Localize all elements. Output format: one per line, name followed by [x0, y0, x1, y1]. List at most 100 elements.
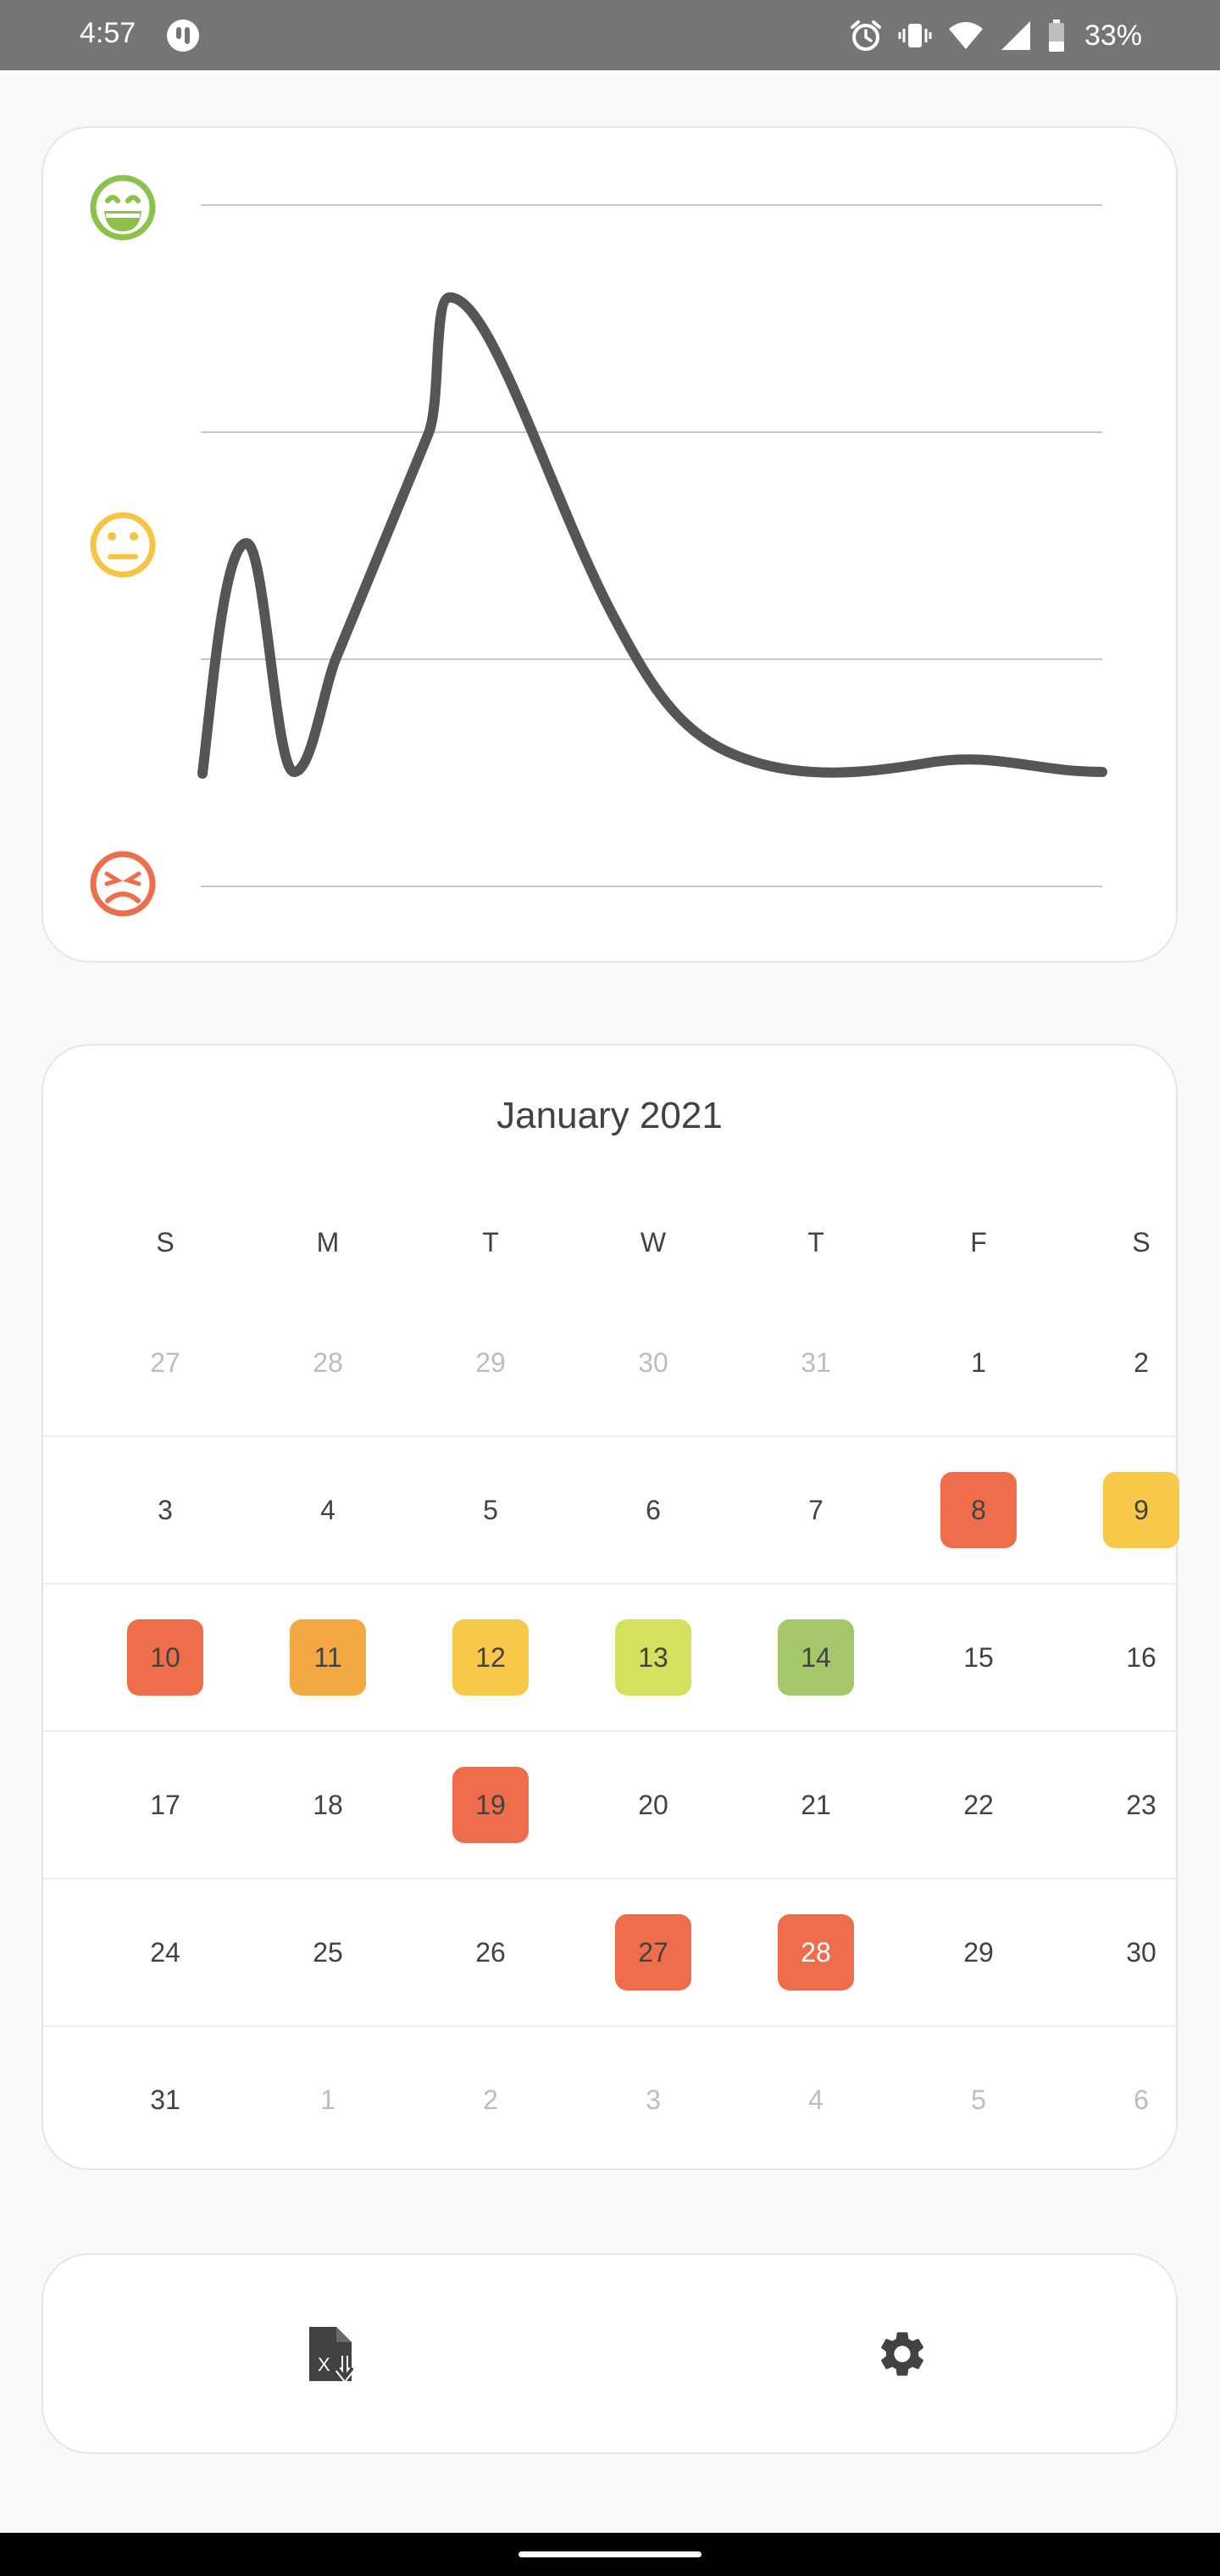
calendar-day-cell[interactable]: 30 — [1060, 1878, 1220, 2025]
export-excel-button[interactable]: X — [297, 2318, 369, 2390]
weekday-label: M — [316, 1227, 340, 1257]
calendar-day-number: 1 — [971, 1347, 986, 1378]
calendar-day-cell[interactable]: 21 — [735, 1730, 897, 1878]
calendar-day-cell[interactable]: 27 — [572, 1878, 735, 2025]
calendar-day-number: 1 — [320, 2085, 336, 2115]
calendar-day-number: 27 — [150, 1347, 180, 1378]
calendar-day-number: 4 — [808, 2085, 824, 2115]
mood-day-badge: 14 — [778, 1619, 854, 1696]
calendar-day-cell[interactable]: 14 — [735, 1583, 897, 1730]
weekday-label: F — [970, 1227, 987, 1257]
calendar-day-cell[interactable]: 31 — [735, 1288, 897, 1435]
calendar-day-cell[interactable]: 29 — [897, 1878, 1060, 2025]
cell-signal-icon — [1001, 21, 1030, 50]
calendar-day-number: 22 — [963, 1790, 994, 1820]
calendar-day-cell[interactable]: 29 — [409, 1288, 572, 1435]
calendar-day-number: 25 — [313, 1937, 343, 1968]
sad-face-icon — [90, 851, 156, 917]
calendar-day-cell[interactable]: 2 — [409, 2025, 572, 2173]
mood-day-badge: 9 — [1103, 1472, 1179, 1548]
calendar-day-number: 31 — [801, 1347, 831, 1378]
calendar-day-number: 3 — [158, 1495, 173, 1525]
actions-card: X — [42, 2253, 1178, 2454]
calendar-day-cell[interactable]: 26 — [409, 1878, 572, 2025]
status-bar: 4:57 33% — [0, 0, 1220, 70]
weekday-label: T — [482, 1227, 499, 1257]
calendar-day-cell[interactable]: 5 — [409, 1435, 572, 1583]
calendar-day-number: 30 — [1126, 1937, 1156, 1968]
status-icons: 33% — [849, 15, 1142, 56]
calendar-day-number: 18 — [313, 1790, 343, 1820]
calendar-day-cell[interactable]: 11 — [247, 1583, 409, 1730]
weekday-label: S — [1132, 1227, 1151, 1257]
app-notification-icon — [167, 19, 199, 52]
calendar-day-number: 26 — [475, 1937, 506, 1968]
calendar-day-cell[interactable]: 3 — [572, 2025, 735, 2173]
calendar-day-cell[interactable]: 23 — [1060, 1730, 1220, 1878]
calendar-day-cell[interactable]: 31 — [84, 2025, 247, 2173]
calendar-day-number: 24 — [150, 1937, 180, 1968]
calendar-day-cell[interactable]: 10 — [84, 1583, 247, 1730]
calendar-day-number: 29 — [963, 1937, 994, 1968]
calendar-day-cell[interactable]: 16 — [1060, 1583, 1220, 1730]
mood-day-badge: 19 — [452, 1767, 529, 1843]
calendar-day-cell[interactable]: 6 — [1060, 2025, 1220, 2173]
calendar-day-cell[interactable]: 12 — [409, 1583, 572, 1730]
calendar-day-cell[interactable]: 1 — [247, 2025, 409, 2173]
calendar-month-title: January 2021 — [496, 1095, 723, 1136]
calendar-day-cell[interactable]: 17 — [84, 1730, 247, 1878]
calendar-day-cell[interactable]: 7 — [735, 1435, 897, 1583]
calendar-day-cell[interactable]: 5 — [897, 2025, 1060, 2173]
calendar-day-number: 2 — [1134, 1347, 1149, 1378]
calendar-day-cell[interactable]: 4 — [247, 1435, 409, 1583]
calendar-day-cell[interactable]: 1 — [897, 1288, 1060, 1435]
grinning-face-icon — [90, 175, 156, 241]
alarm-icon — [850, 20, 881, 51]
calendar-day-number: 23 — [1126, 1790, 1156, 1820]
calendar-day-number: 6 — [646, 1495, 661, 1525]
calendar-day-cell[interactable]: 27 — [84, 1288, 247, 1435]
weekday-label: T — [807, 1227, 824, 1257]
calendar-day-cell[interactable]: 28 — [247, 1288, 409, 1435]
calendar-day-number: 5 — [971, 2085, 986, 2115]
calendar-day-cell[interactable]: 24 — [84, 1878, 247, 2025]
calendar-day-cell[interactable]: 25 — [247, 1878, 409, 2025]
calendar-day-number: 20 — [638, 1790, 668, 1820]
status-time: 4:57 — [80, 17, 136, 49]
mood-day-badge: 8 — [940, 1472, 1017, 1548]
calendar-day-cell[interactable]: 3 — [84, 1435, 247, 1583]
vibrate-icon — [898, 24, 932, 47]
mood-day-badge: 11 — [290, 1619, 366, 1696]
calendar-card: January 2021 SMTWTFS 27 28 29 30 31 1 2 3 4 5 6 7 8 9… — [42, 1044, 1179, 2173]
svg-text:X: X — [318, 2354, 330, 2375]
calendar-day-cell[interactable]: 20 — [572, 1730, 735, 1878]
calendar-day-number: 2 — [483, 2085, 498, 2115]
calendar-day-cell[interactable]: 30 — [572, 1288, 735, 1435]
calendar-day-cell[interactable]: 2 — [1060, 1288, 1220, 1435]
calendar-day-number: 29 — [475, 1347, 506, 1378]
calendar-day-cell[interactable]: 8 — [897, 1435, 1060, 1583]
calendar-day-number: 3 — [646, 2085, 661, 2115]
mood-day-badge: 12 — [452, 1619, 529, 1696]
calendar-day-cell[interactable]: 28 — [735, 1878, 897, 2025]
settings-button[interactable] — [867, 2318, 938, 2390]
calendar-day-number: 6 — [1134, 2085, 1149, 2115]
mood-day-badge: 27 — [615, 1914, 691, 1990]
calendar-day-cell[interactable]: 6 — [572, 1435, 735, 1583]
calendar-day-cell[interactable]: 9 — [1060, 1435, 1220, 1583]
calendar-day-cell[interactable]: 22 — [897, 1730, 1060, 1878]
mood-chart-card — [42, 126, 1178, 963]
calendar-day-number: 31 — [150, 2085, 180, 2115]
calendar-day-cell[interactable]: 18 — [247, 1730, 409, 1878]
calendar-day-cell[interactable]: 4 — [735, 2025, 897, 2173]
navigation-bar — [0, 2533, 1220, 2576]
calendar-day-cell[interactable]: 13 — [572, 1583, 735, 1730]
gear-icon — [881, 2332, 923, 2376]
weekday-label: W — [640, 1227, 667, 1257]
calendar-day-cell[interactable]: 15 — [897, 1583, 1060, 1730]
calendar-day-cell[interactable]: 19 — [409, 1730, 572, 1878]
battery-icon — [1048, 19, 1064, 52]
home-gesture-handle[interactable] — [518, 2551, 702, 2557]
calendar-day-number: 4 — [320, 1495, 336, 1525]
calendar-day-number: 17 — [150, 1790, 180, 1820]
